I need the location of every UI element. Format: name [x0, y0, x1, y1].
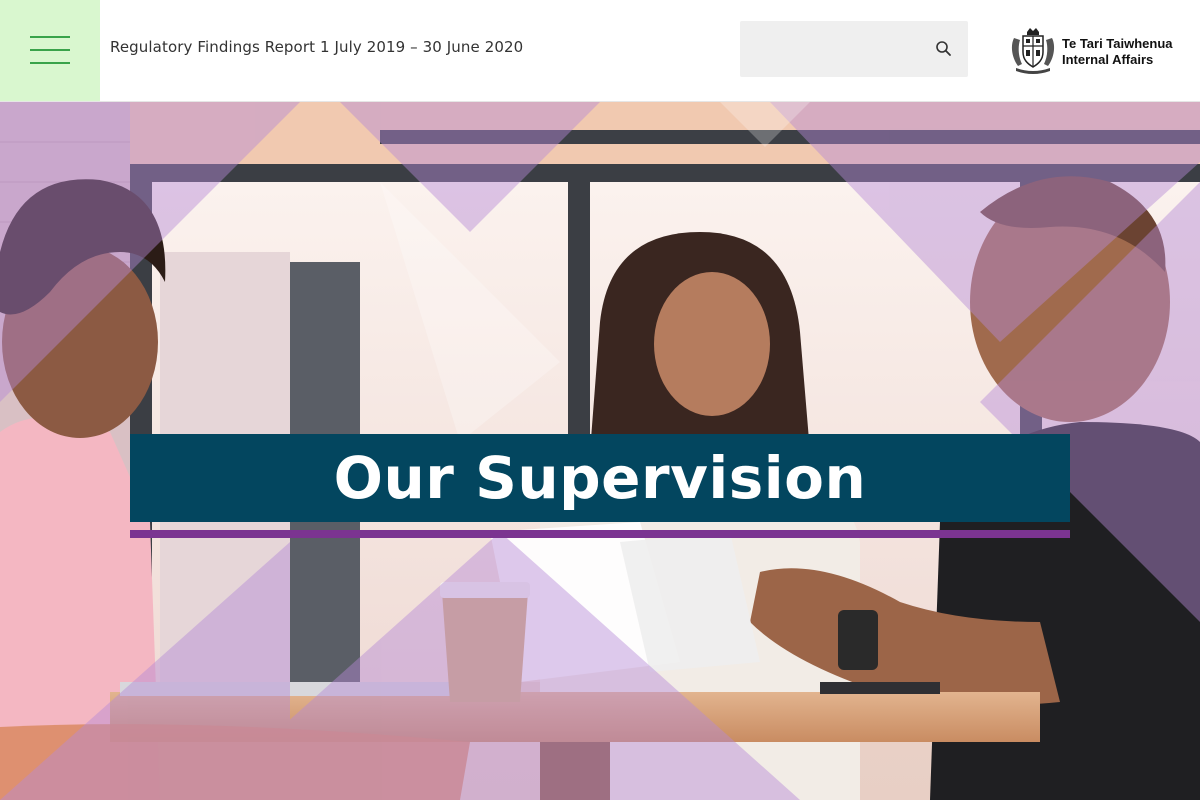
department-logo[interactable]: Te Tari Taiwhenua Internal Affairs [1008, 24, 1178, 76]
logo-line-2: Internal Affairs [1062, 52, 1154, 67]
menu-button[interactable] [0, 0, 100, 101]
report-title[interactable]: Regulatory Findings Report 1 July 2019 –… [110, 38, 523, 56]
hero-section: Our Supervision [0, 102, 1200, 800]
hamburger-menu-icon-bar [30, 49, 70, 51]
logo-line-1: Te Tari Taiwhenua [1062, 36, 1173, 51]
logo-text: Te Tari Taiwhenua Internal Affairs [1062, 36, 1173, 68]
hamburger-menu-icon-bar [30, 62, 70, 64]
hero-title-banner: Our Supervision [130, 434, 1070, 522]
coat-of-arms-icon [1008, 24, 1058, 74]
title-underline [130, 530, 1070, 538]
search-icon[interactable] [934, 39, 954, 59]
search-box [740, 21, 968, 77]
page-title: Our Supervision [333, 444, 867, 512]
hamburger-menu-icon [30, 36, 70, 38]
search-input[interactable] [740, 21, 930, 77]
site-header: Regulatory Findings Report 1 July 2019 –… [0, 0, 1200, 102]
